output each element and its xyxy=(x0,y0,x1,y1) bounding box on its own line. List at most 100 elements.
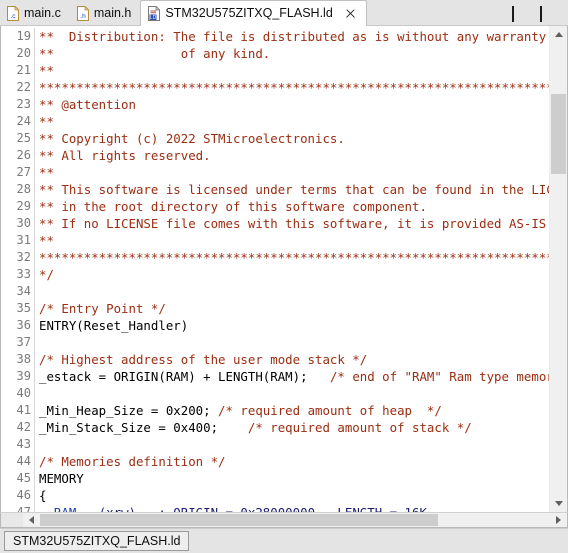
scroll-left-arrow-icon[interactable] xyxy=(23,513,40,527)
svg-text:.c: .c xyxy=(10,13,16,20)
code-line[interactable]: 28 ** This software is licensed under ter… xyxy=(1,181,549,198)
scroll-up-arrow-icon[interactable] xyxy=(550,26,567,43)
code-line[interactable]: 46 { xyxy=(1,487,549,504)
code-line[interactable]: 33 */ xyxy=(1,266,549,283)
close-icon[interactable] xyxy=(344,7,357,20)
tab-label: STM32U575ZITXQ_FLASH.ld xyxy=(165,5,333,20)
code-token: ** xyxy=(39,114,54,129)
tab-label: main.h xyxy=(93,5,132,20)
code-line[interactable]: 30 ** If no LICENSE file comes with this … xyxy=(1,215,549,232)
code-token: /* end of "RAM" Ram type memory */ xyxy=(329,369,549,384)
code-line[interactable]: 42 _Min_Stack_Size = 0x400; /* required a… xyxy=(1,419,549,436)
code-line-text: ****************************************… xyxy=(35,79,549,96)
line-number: 31 xyxy=(1,232,35,249)
tab-main-h[interactable]: .h main.h xyxy=(69,1,141,25)
taskbar-item-flash-ld[interactable]: STM32U575ZITXQ_FLASH.ld xyxy=(4,531,190,551)
code-token: ** xyxy=(39,63,54,78)
code-token: ** in the root directory of this softwar… xyxy=(39,199,427,214)
code-line[interactable]: 32 **************************************… xyxy=(1,249,549,266)
line-number: 20 xyxy=(1,45,35,62)
code-line[interactable]: 45 MEMORY xyxy=(1,470,549,487)
code-line[interactable]: 43 xyxy=(1,436,549,453)
scroll-down-arrow-icon[interactable] xyxy=(550,495,567,512)
code-line[interactable]: 47 RAM (xrw) : ORIGIN = 0x28000000, LENG… xyxy=(1,504,549,512)
line-number: 33 xyxy=(1,266,35,283)
code-line[interactable]: 36 ENTRY(Reset_Handler) xyxy=(1,317,549,334)
code-line[interactable]: 40 xyxy=(1,385,549,402)
code-token: /* Memories definition */ xyxy=(39,454,226,469)
svg-text:LD: LD xyxy=(150,15,157,21)
code-line[interactable]: 38 /* Highest address of the user mode st… xyxy=(1,351,549,368)
code-line[interactable]: 41 _Min_Heap_Size = 0x200; /* required am… xyxy=(1,402,549,419)
line-number: 19 xyxy=(1,28,35,45)
minimize-icon[interactable] xyxy=(512,6,526,22)
code-token: _Min_Stack_Size = 0x400; xyxy=(39,420,248,435)
line-number: 37 xyxy=(1,334,35,351)
code-line-text: ** Distribution: The file is distributed… xyxy=(35,28,549,45)
editor-window: .c main.c .h main.h LD STM32U575ZITXQ_FL… xyxy=(0,0,568,553)
line-number: 40 xyxy=(1,385,35,402)
code-line[interactable]: 31 ** xyxy=(1,232,549,249)
code-line[interactable]: 22 **************************************… xyxy=(1,79,549,96)
vertical-scrollbar[interactable] xyxy=(549,26,567,512)
editor-area: 19 ** Distribution: The file is distribut… xyxy=(0,26,568,512)
taskbar-item-label: STM32U575ZITXQ_FLASH.ld xyxy=(13,534,181,548)
code-text-area[interactable]: 19 ** Distribution: The file is distribut… xyxy=(1,26,549,512)
line-number: 27 xyxy=(1,164,35,181)
code-line-text: { xyxy=(35,487,549,504)
code-line[interactable]: 37 xyxy=(1,334,549,351)
tab-main-c[interactable]: .c main.c xyxy=(0,1,70,25)
code-line[interactable]: 34 xyxy=(1,283,549,300)
code-line[interactable]: 23 ** @attention xyxy=(1,96,549,113)
code-line-text: ** xyxy=(35,164,549,181)
code-token: ** If no LICENSE file comes with this so… xyxy=(39,216,549,231)
code-line[interactable]: 24 ** xyxy=(1,113,549,130)
code-line-text: ** of any kind. xyxy=(35,45,549,62)
horizontal-scrollbar[interactable] xyxy=(0,512,568,528)
line-number: 32 xyxy=(1,249,35,266)
code-token: RAM xyxy=(54,505,76,512)
code-line[interactable]: 21 ** xyxy=(1,62,549,79)
code-line-text: ** xyxy=(35,232,549,249)
code-line-text: ** This software is licensed under terms… xyxy=(35,181,549,198)
code-token: _Min_Heap_Size = 0x200; xyxy=(39,403,219,418)
code-token: */ xyxy=(39,267,54,282)
code-token: /* Entry Point */ xyxy=(39,301,166,316)
code-token: ** Distribution: The file is distributed… xyxy=(39,29,547,44)
code-token: ** This software is licensed under terms… xyxy=(39,182,549,197)
code-line[interactable]: 27 ** xyxy=(1,164,549,181)
code-line[interactable]: 44 /* Memories definition */ xyxy=(1,453,549,470)
code-line[interactable]: 25 ** Copyright (c) 2022 STMicroelectroni… xyxy=(1,130,549,147)
line-number: 47 xyxy=(1,504,35,512)
code-line[interactable]: 19 ** Distribution: The file is distribut… xyxy=(1,28,549,45)
svg-text:.h: .h xyxy=(80,13,86,20)
line-number: 35 xyxy=(1,300,35,317)
line-number: 38 xyxy=(1,351,35,368)
code-line-text: ** @attention xyxy=(35,96,549,113)
horizontal-scrollbar-thumb[interactable] xyxy=(40,514,438,526)
code-line[interactable]: 26 ** All rights reserved. xyxy=(1,147,549,164)
code-line[interactable]: 35 /* Entry Point */ xyxy=(1,300,549,317)
vertical-scrollbar-thumb[interactable] xyxy=(551,94,566,174)
code-token: /* required amount of stack */ xyxy=(247,420,472,435)
line-number: 28 xyxy=(1,181,35,198)
c-file-icon: .c xyxy=(7,5,19,21)
code-token: /* Highest address of the user mode stac… xyxy=(39,352,368,367)
scroll-right-arrow-icon[interactable] xyxy=(550,513,567,527)
line-number: 41 xyxy=(1,402,35,419)
code-line[interactable]: 20 ** of any kind. xyxy=(1,45,549,62)
code-line-text: ** All rights reserved. xyxy=(35,147,549,164)
h-file-icon: .h xyxy=(76,5,89,21)
code-line-text: /* Memories definition */ xyxy=(35,453,549,470)
maximize-icon[interactable] xyxy=(540,6,554,22)
code-line[interactable]: 29 ** in the root directory of this softw… xyxy=(1,198,549,215)
window-controls xyxy=(512,6,568,25)
code-line[interactable]: 39 _estack = ORIGIN(RAM) + LENGTH(RAM); /… xyxy=(1,368,549,385)
line-number: 21 xyxy=(1,62,35,79)
line-number: 36 xyxy=(1,317,35,334)
horizontal-scrollbar-track[interactable] xyxy=(40,513,550,527)
code-line-text: ** in the root directory of this softwar… xyxy=(35,198,549,215)
tab-stm32-flash-ld[interactable]: LD STM32U575ZITXQ_FLASH.ld xyxy=(140,0,367,26)
